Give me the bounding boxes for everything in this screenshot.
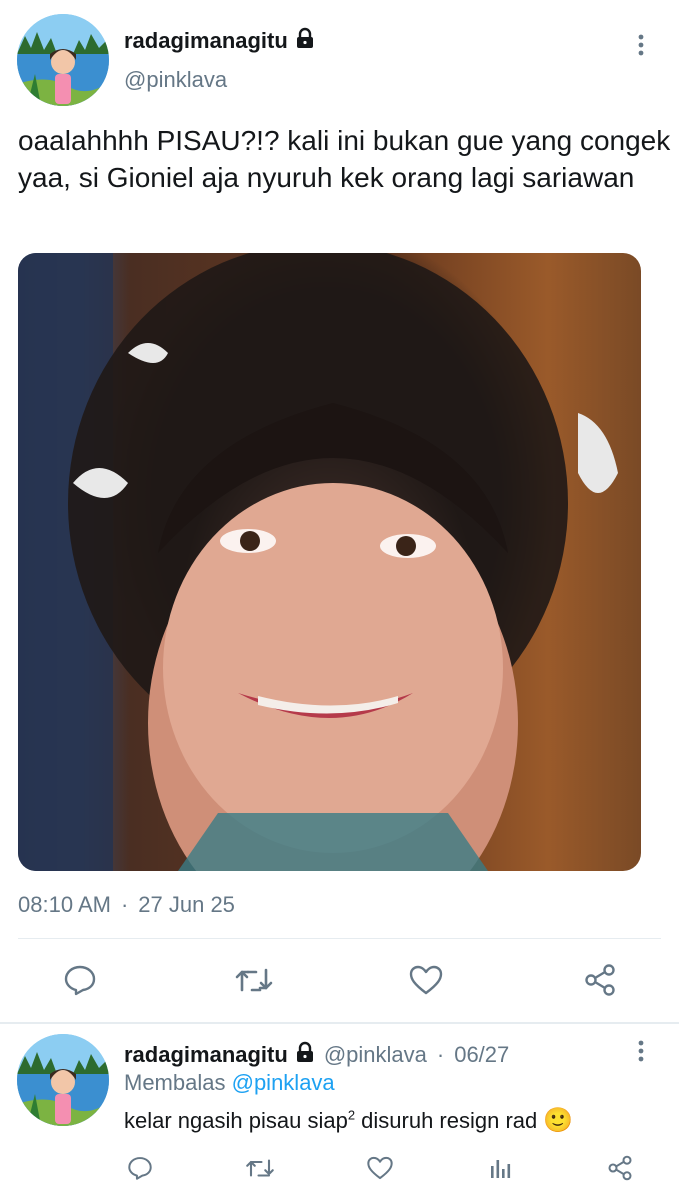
tweet-text: oaalahhhh PISAU?!? kali ini bukan gue ya… <box>18 125 671 193</box>
retweet-icon[interactable] <box>242 1152 278 1184</box>
lock-icon <box>294 27 316 54</box>
reply-icon[interactable] <box>60 960 100 1000</box>
reply-text-after: disuruh resign rad <box>355 1108 544 1133</box>
photo-illustration <box>18 253 618 871</box>
timestamp-row: 08:10 AM · 27 Jun 25 <box>18 892 235 918</box>
smile-emoji: 🙂 <box>543 1107 574 1134</box>
tweet-time[interactable]: 08:10 AM <box>18 892 111 918</box>
like-icon[interactable] <box>406 960 446 1000</box>
share-icon[interactable] <box>580 960 620 1000</box>
reply-handle[interactable]: @pinklava <box>324 1042 427 1068</box>
reply-display-name[interactable]: radagimanagitu <box>124 1042 288 1068</box>
lock-icon <box>294 1041 316 1068</box>
retweet-icon[interactable] <box>232 960 276 1000</box>
replying-prefix: Membalas <box>124 1070 226 1095</box>
like-icon[interactable] <box>364 1152 396 1184</box>
reply-text-before: kelar ngasih pisau siap <box>124 1108 348 1133</box>
tweet-date[interactable]: 27 Jun 25 <box>138 892 235 918</box>
reply-author-row: radagimanagitu @pinklava · 06/27 <box>124 1041 509 1068</box>
analytics-icon[interactable] <box>484 1152 516 1184</box>
reply-superscript: 2 <box>347 1107 356 1123</box>
avatar[interactable] <box>17 14 109 106</box>
separator-dot: · <box>120 892 129 917</box>
reply-avatar[interactable] <box>17 1034 109 1126</box>
reply-icon[interactable] <box>124 1152 156 1184</box>
section-divider <box>0 1022 679 1024</box>
more-options-icon[interactable] <box>626 30 656 60</box>
author-row: radagimanagitu <box>124 27 316 54</box>
avatar-image <box>17 1034 109 1126</box>
share-icon[interactable] <box>604 1152 636 1184</box>
divider <box>18 938 661 939</box>
reply-text: kelar ngasih pisau siap2 disuruh resign … <box>124 1106 573 1135</box>
replying-to-link[interactable]: @pinklava <box>232 1070 335 1095</box>
avatar-image <box>17 14 109 106</box>
display-name[interactable]: radagimanagitu <box>124 28 288 54</box>
replying-to-line: Membalas @pinklava <box>124 1070 335 1096</box>
handle[interactable]: @pinklava <box>124 67 227 93</box>
separator-dot: · <box>436 1041 445 1067</box>
tweet-photo[interactable] <box>18 253 641 871</box>
more-options-icon[interactable] <box>626 1036 656 1066</box>
reply-date[interactable]: 06/27 <box>454 1042 509 1068</box>
